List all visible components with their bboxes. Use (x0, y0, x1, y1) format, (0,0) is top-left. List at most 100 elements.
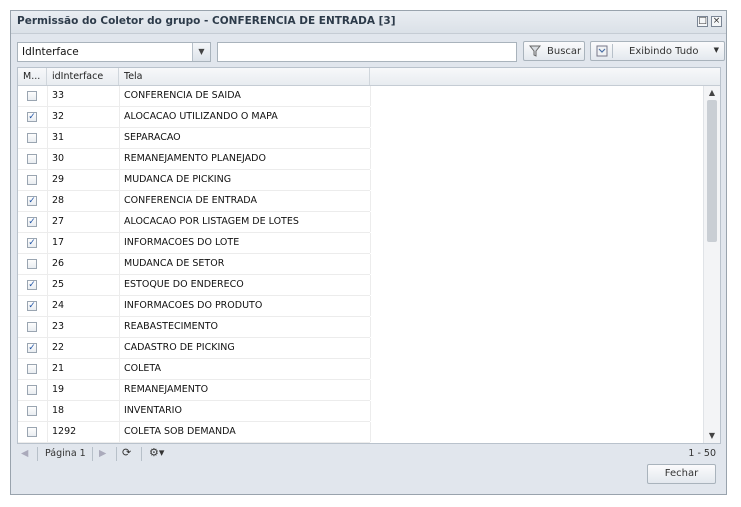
chevron-down-icon[interactable]: ▼ (192, 43, 210, 61)
filter-mode-button[interactable]: Exibindo Tudo ▼ (590, 41, 725, 61)
scroll-up-icon[interactable]: ▲ (704, 86, 720, 100)
column-header-tela[interactable]: Tela (119, 68, 370, 85)
interfaces-grid: M... idInterface Tela 33 CONFERENCIA DE S… (17, 67, 721, 444)
id-cell: 28 (47, 191, 120, 211)
row-checkbox[interactable]: ✓ (27, 196, 37, 206)
table-row[interactable]: ✓ 24 INFORMACOES DO PRODUTO (18, 296, 371, 317)
filter-mode-label: Exibindo Tudo (629, 46, 699, 57)
id-cell: 31 (47, 128, 120, 148)
pager-divider (116, 447, 117, 461)
row-checkbox-cell: ✓ (18, 296, 48, 316)
id-cell: 32 (47, 107, 120, 127)
row-checkbox[interactable] (27, 385, 37, 395)
page-indicator: Página 1 (45, 448, 86, 459)
table-row[interactable]: 26 MUDANCA DE SETOR (18, 254, 371, 275)
table-row[interactable]: 23 REABASTECIMENTO (18, 317, 371, 338)
vertical-scrollbar[interactable]: ▲ ▼ (703, 86, 720, 443)
table-row[interactable]: 1292 COLETA SOB DEMANDA (18, 422, 371, 443)
maximize-icon[interactable]: □ (697, 16, 708, 27)
table-row[interactable]: 18 INVENTARIO (18, 401, 371, 422)
id-value: 22 (52, 342, 65, 353)
tela-value: CONFERENCIA DE SAIDA (124, 90, 241, 101)
row-checkbox[interactable] (27, 406, 37, 416)
tela-value: COLETA (124, 363, 161, 374)
table-row[interactable]: 30 REMANEJAMENTO PLANEJADO (18, 149, 371, 170)
id-cell: 26 (47, 254, 120, 274)
row-checkbox[interactable] (27, 175, 37, 185)
refresh-icon[interactable]: ⟳ (122, 446, 131, 459)
table-row[interactable]: 21 COLETA (18, 359, 371, 380)
table-row[interactable]: 19 REMANEJAMENTO (18, 380, 371, 401)
id-cell: 18 (47, 401, 120, 421)
row-checkbox[interactable]: ✓ (27, 343, 37, 353)
id-value: 23 (52, 321, 65, 332)
id-cell: 21 (47, 359, 120, 379)
row-checkbox[interactable] (27, 364, 37, 374)
gear-icon[interactable]: ⚙▾ (149, 446, 164, 459)
tela-value: ALOCACAO POR LISTAGEM DE LOTES (124, 216, 299, 227)
tela-value: INFORMACOES DO PRODUTO (124, 300, 263, 311)
table-row[interactable]: 31 SEPARACAO (18, 128, 371, 149)
search-button[interactable]: Buscar (523, 41, 585, 61)
id-value: 32 (52, 111, 65, 122)
prev-page-icon[interactable]: ◀ (21, 448, 28, 459)
row-checkbox[interactable] (27, 259, 37, 269)
row-checkbox-cell (18, 380, 48, 400)
row-checkbox[interactable] (27, 322, 37, 332)
record-range: 1 - 50 (688, 448, 716, 459)
row-checkbox-cell (18, 149, 48, 169)
row-checkbox[interactable] (27, 91, 37, 101)
next-page-icon[interactable]: ▶ (99, 448, 106, 459)
id-cell: 19 (47, 380, 120, 400)
list-icon (596, 45, 608, 57)
row-checkbox[interactable]: ✓ (27, 238, 37, 248)
table-row[interactable]: ✓ 22 CADASTRO DE PICKING (18, 338, 371, 359)
field-select[interactable]: IdInterface ▼ (17, 42, 211, 62)
table-row[interactable]: ✓ 27 ALOCACAO POR LISTAGEM DE LOTES (18, 212, 371, 233)
row-checkbox[interactable] (27, 133, 37, 143)
id-value: 33 (52, 90, 65, 101)
tela-value: INVENTARIO (124, 405, 182, 416)
row-checkbox-cell: ✓ (18, 107, 48, 127)
tela-value: REMANEJAMENTO PLANEJADO (124, 153, 266, 164)
tela-value: ALOCACAO UTILIZANDO O MAPA (124, 111, 278, 122)
id-cell: 27 (47, 212, 120, 232)
row-checkbox-cell (18, 359, 48, 379)
tela-value: SEPARACAO (124, 132, 181, 143)
table-row[interactable]: 29 MUDANCA DE PICKING (18, 170, 371, 191)
table-row[interactable]: ✓ 28 CONFERENCIA DE ENTRADA (18, 191, 371, 212)
row-checkbox-cell: ✓ (18, 212, 48, 232)
window-titlebar[interactable]: Permissão do Coletor do grupo - CONFEREN… (11, 11, 726, 34)
tela-cell: CONFERENCIA DE SAIDA (119, 86, 371, 106)
row-checkbox[interactable]: ✓ (27, 280, 37, 290)
row-checkbox-cell (18, 422, 48, 442)
row-checkbox[interactable] (27, 154, 37, 164)
row-checkbox[interactable]: ✓ (27, 301, 37, 311)
tela-value: COLETA SOB DEMANDA (124, 426, 236, 437)
table-row[interactable]: 33 CONFERENCIA DE SAIDA (18, 86, 371, 107)
grid-body: 33 CONFERENCIA DE SAIDA ✓ 32 ALOCACAO UTILIZ… (18, 86, 371, 443)
column-header-idinterface[interactable]: idInterface (47, 68, 119, 85)
search-input[interactable] (217, 42, 517, 62)
id-value: 19 (52, 384, 65, 395)
row-checkbox[interactable]: ✓ (27, 112, 37, 122)
scroll-thumb[interactable] (707, 100, 717, 242)
scroll-down-icon[interactable]: ▼ (704, 429, 720, 443)
table-row[interactable]: ✓ 17 INFORMACOES DO LOTE (18, 233, 371, 254)
row-checkbox[interactable] (27, 427, 37, 437)
pager-divider (37, 447, 38, 461)
id-value: 30 (52, 153, 65, 164)
id-value: 1292 (52, 426, 77, 437)
close-icon[interactable]: × (711, 16, 722, 27)
column-header-marked[interactable]: M... (18, 68, 47, 85)
table-row[interactable]: ✓ 25 ESTOQUE DO ENDERECO (18, 275, 371, 296)
table-row[interactable]: ✓ 32 ALOCACAO UTILIZANDO O MAPA (18, 107, 371, 128)
row-checkbox[interactable]: ✓ (27, 217, 37, 227)
close-button[interactable]: Fechar (647, 464, 716, 484)
search-button-label: Buscar (547, 46, 582, 57)
id-cell: 33 (47, 86, 120, 106)
tela-cell: INFORMACOES DO LOTE (119, 233, 371, 253)
id-cell: 17 (47, 233, 120, 253)
id-value: 21 (52, 363, 65, 374)
id-value: 25 (52, 279, 65, 290)
